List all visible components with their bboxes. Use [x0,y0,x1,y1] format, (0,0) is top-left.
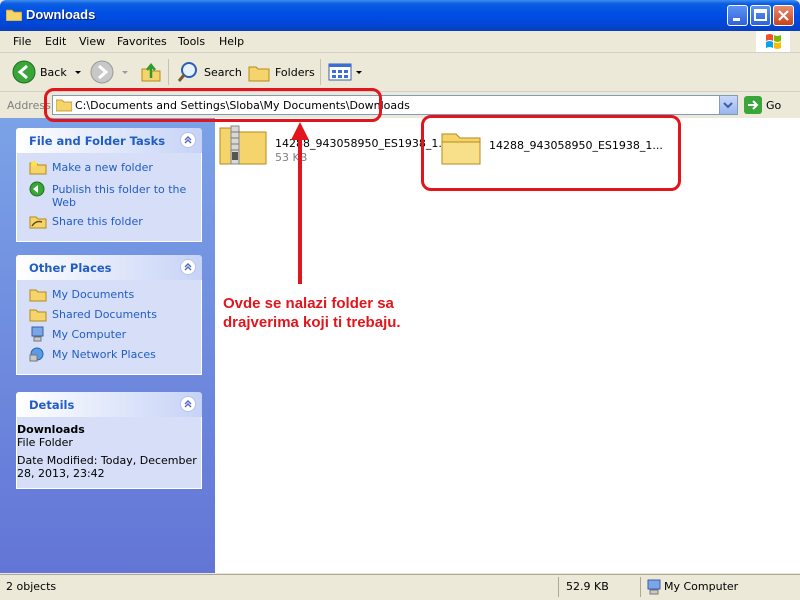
explorer-window: Downloads File Edit View Favorites Tools… [0,0,800,600]
go-label: Go [766,98,782,112]
folder-icon [6,9,22,21]
close-icon [778,10,789,21]
back-arrow-icon [12,60,36,84]
details-modified: Date Modified: Today, December 28, 2013,… [17,454,197,480]
chevron-down-icon [122,71,128,74]
share-folder-link[interactable]: Share this folder [17,213,201,233]
menu-edit[interactable]: Edit [45,35,66,48]
my-documents-link[interactable]: My Documents [17,286,201,306]
globe-icon [29,181,45,197]
toolbar-separator [320,59,321,85]
up-folder-icon [141,62,161,82]
menu-view[interactable]: View [79,35,105,48]
window-title: Downloads [26,7,96,22]
chevron-up-icon [184,136,192,144]
maximize-button[interactable] [750,5,771,26]
title-bar[interactable]: Downloads [0,0,800,31]
my-computer-link[interactable]: My Computer [17,326,201,346]
windows-flag-icon [766,34,781,49]
go-arrow-icon [744,96,762,114]
forward-button[interactable] [90,57,130,87]
chevron-down-icon [723,102,733,109]
status-divider [640,577,641,597]
details-name: Downloads [17,423,85,436]
address-dropdown-button[interactable] [719,96,737,114]
folders-label: Folders [275,65,315,79]
share-folder-icon [29,216,47,229]
menu-bar: File Edit View Favorites Tools Help [0,31,800,53]
publish-to-web-link[interactable]: Publish this folder to the Web [17,181,201,209]
file-folder-tasks-panel: File and Folder Tasks Make a new folder … [16,128,202,242]
status-size: 52.9 KB [566,580,609,593]
other-places-panel: Other Places My Documents Shared Documen… [16,255,202,375]
menu-help[interactable]: Help [219,35,244,48]
collapse-button[interactable] [180,396,196,412]
toolbar: Back Search Folders [0,53,800,92]
panel-header[interactable]: Details [16,392,202,417]
chevron-down-icon [356,71,362,74]
folder-icon [29,309,47,322]
make-new-folder-link[interactable]: Make a new folder [17,159,201,179]
back-button[interactable]: Back [12,57,83,87]
status-location: My Computer [664,580,739,593]
network-icon [29,347,44,362]
panel-header[interactable]: Other Places [16,255,202,280]
search-button[interactable]: Search [176,57,242,87]
minimize-icon [733,18,740,21]
folders-button[interactable]: Folders [247,57,315,87]
views-button[interactable] [328,57,364,87]
annotation-arrow-icon [291,122,309,284]
details-panel: Details Downloads File Folder Date Modif… [16,392,202,489]
menu-favorites[interactable]: Favorites [117,35,167,48]
computer-icon [647,579,661,595]
search-icon [177,62,197,82]
menu-file[interactable]: File [13,35,31,48]
address-highlight [44,88,382,122]
chevron-up-icon [184,400,192,408]
search-label: Search [204,65,242,79]
status-divider [558,577,559,597]
annotation-text: Ovde se nalazi folder sa drajverima koji… [223,295,401,331]
panel-body: Downloads File Folder Date Modified: Tod… [16,417,202,489]
views-icon [328,63,352,81]
forward-arrow-icon [90,60,114,84]
panel-header[interactable]: File and Folder Tasks [16,128,202,153]
computer-icon [31,326,44,342]
toolbar-separator [168,59,169,85]
chevron-down-icon[interactable] [73,67,83,77]
menu-tools[interactable]: Tools [178,35,205,48]
zip-folder-icon [219,125,267,165]
panel-body: Make a new folder Publish this folder to… [16,153,202,242]
up-folder-button[interactable] [140,57,162,87]
folder-icon [29,289,47,302]
windows-logo [756,31,790,52]
shared-documents-link[interactable]: Shared Documents [17,306,201,326]
details-type: File Folder [17,436,73,449]
zip-file-item[interactable]: 14288_943058950_ES1938_1... 53 KB [219,122,449,170]
collapse-button[interactable] [180,132,196,148]
panel-title: Details [29,398,75,412]
back-label: Back [40,65,67,79]
maximize-icon [754,9,767,21]
close-button[interactable] [773,5,794,26]
chevron-up-icon [184,263,192,271]
folders-icon [248,66,270,82]
panel-title: Other Places [29,261,112,275]
collapse-button[interactable] [180,259,196,275]
new-folder-icon [29,161,47,175]
status-object-count: 2 objects [6,580,57,593]
status-bar: 2 objects 52.9 KB My Computer [0,574,800,600]
my-network-places-link[interactable]: My Network Places [17,346,201,366]
panel-body: My Documents Shared Documents My Compute… [16,280,202,375]
panel-title: File and Folder Tasks [29,134,166,148]
minimize-button[interactable] [727,5,748,26]
task-pane: File and Folder Tasks Make a new folder … [0,118,215,573]
go-button[interactable]: Go [744,96,781,114]
folder-highlight [421,115,681,191]
